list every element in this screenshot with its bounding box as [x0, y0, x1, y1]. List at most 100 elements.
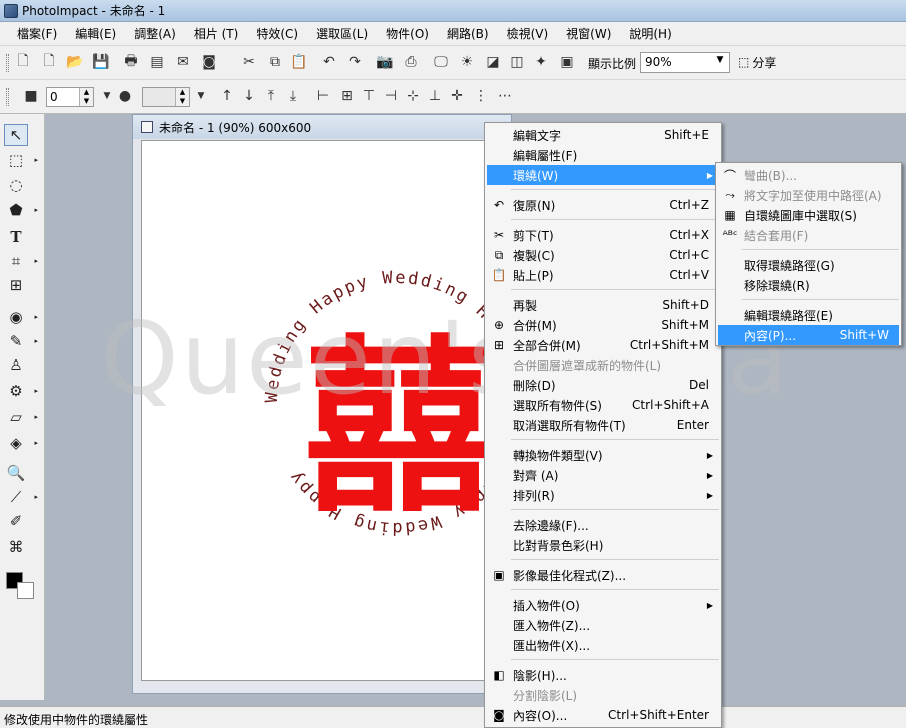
new-image-icon[interactable]: 🗋	[40, 53, 58, 71]
menu-item[interactable]: 匯出物件(X)...	[487, 635, 719, 655]
monitor-icon[interactable]: 🖵	[432, 53, 450, 71]
align-left-icon[interactable]: ⊢	[314, 87, 332, 105]
menu-item[interactable]: ᴬᴮᶜ 結合套用(F)	[718, 225, 899, 245]
path-tool-icon[interactable]: ⌘	[4, 536, 28, 558]
effects-icon[interactable]: ▣	[558, 53, 576, 71]
menu-item[interactable]: 選取所有物件(S) Ctrl+Shift+A	[487, 395, 719, 415]
align-bottom-icon[interactable]: ⊥	[426, 87, 444, 105]
menu-item[interactable]: 編輯(E)	[66, 25, 125, 42]
new-file-icon[interactable]: 🗋	[14, 53, 32, 71]
dropdown-icon[interactable]: ▼	[98, 87, 116, 105]
align-middle-icon[interactable]: ⊹	[404, 87, 422, 105]
eyedropper-tool-icon[interactable]: ⟋ ▸	[4, 486, 38, 508]
menu-item[interactable]: 物件(O)	[377, 25, 438, 42]
size-spinner[interactable]: 0 ▲ ▼	[46, 87, 94, 107]
soft-edge-icon[interactable]: ●	[116, 87, 134, 105]
menu-item[interactable]: 再製 Shift+D	[487, 295, 719, 315]
toolbar-grip[interactable]	[6, 88, 9, 106]
redo-icon[interactable]: ↷	[346, 53, 364, 71]
menu-item[interactable]: 編輯文字 Shift+E	[487, 125, 719, 145]
menu-item[interactable]: ⌒ 彎曲(B)...	[718, 165, 899, 185]
menu-item[interactable]: 調整(A)	[125, 25, 185, 42]
align-center-icon[interactable]: ⊞	[338, 87, 356, 105]
image-canvas[interactable]: Wedding Happy Wedding Happy Wedding Happ…	[141, 140, 486, 681]
brush-tool-icon[interactable]: ✎ ▸	[4, 330, 38, 352]
enhance-icon[interactable]: ◪	[484, 53, 502, 71]
dropdown-icon[interactable]: ▼	[192, 87, 210, 105]
menu-item[interactable]: 選取區(L)	[307, 25, 377, 42]
stamp-tool-icon[interactable]: ♙	[4, 354, 28, 376]
publish-icon[interactable]: ◙	[200, 53, 218, 71]
document-title-bar[interactable]: 未命名 - 1 (90%) 600x600	[133, 115, 511, 139]
background-color-swatch[interactable]	[17, 582, 34, 599]
menu-item[interactable]: ✂ 剪下(T) Ctrl+X	[487, 225, 719, 245]
menu-item[interactable]: 相片 (T)	[185, 25, 248, 42]
eraser-tool-icon[interactable]: ▱ ▸	[4, 406, 38, 428]
menu-item[interactable]: 移除環繞(R)	[718, 275, 899, 295]
menu-item[interactable]: 對齊 (A) ▶	[487, 465, 719, 485]
menu-item[interactable]: ⤳ 將文字加至使用中路徑(A)	[718, 185, 899, 205]
move-up-icon[interactable]: ↑	[218, 87, 236, 105]
send-to-back-icon[interactable]: ⤓	[284, 87, 302, 105]
clone-tool-icon[interactable]: ⚙ ▸	[4, 380, 38, 402]
lasso-tool-icon[interactable]: ◌	[4, 174, 28, 196]
cut-icon[interactable]: ✂	[240, 53, 258, 71]
optimizer-icon[interactable]: ◫	[508, 53, 526, 71]
menu-item[interactable]: ▣ 影像最佳化程式(Z)...	[487, 565, 719, 585]
chevron-down-icon[interactable]: ▼	[713, 55, 727, 70]
print-preview-icon[interactable]: ▤	[148, 53, 166, 71]
menu-item[interactable]: 刪除(D) Del	[487, 375, 719, 395]
menu-item[interactable]: 編輯屬性(F)	[487, 145, 719, 165]
menu-item[interactable]: 編輯環繞路徑(E)	[718, 305, 899, 325]
copy-icon[interactable]: ⧉	[266, 53, 284, 71]
menu-item[interactable]: 轉換物件類型(V) ▶	[487, 445, 719, 465]
menu-item[interactable]: 合併圖層遮罩成新的物件(L)	[487, 355, 719, 375]
brightness-icon[interactable]: ☀	[458, 53, 476, 71]
scanner-icon[interactable]: ⎙	[402, 53, 420, 71]
menu-item[interactable]: 取消選取所有物件(T) Enter	[487, 415, 719, 435]
open-icon[interactable]: 📂	[66, 53, 84, 71]
menu-item[interactable]: 檔案(F)	[8, 25, 66, 42]
menu-item[interactable]: 視窗(W)	[557, 25, 620, 42]
spinner-arrows-icon[interactable]: ▲ ▼	[79, 88, 93, 106]
zoom-tool-icon[interactable]: 🔍	[4, 462, 28, 484]
transform-tool-icon[interactable]: ⬟ ▸	[4, 199, 38, 221]
magic-icon[interactable]: ✦	[532, 53, 550, 71]
undo-icon[interactable]: ↶	[320, 53, 338, 71]
share-button[interactable]: ⬚ 分享	[738, 52, 776, 72]
menu-item[interactable]: ◧ 陰影(H)...	[487, 665, 719, 685]
menu-item[interactable]: 取得環繞路徑(G)	[718, 255, 899, 275]
menu-item[interactable]: 去除邊緣(F)...	[487, 515, 719, 535]
menu-item[interactable]: 比對背景色彩(H)	[487, 535, 719, 555]
menu-item[interactable]: 特效(C)	[247, 25, 307, 42]
distribute-v-icon[interactable]: ⋯	[496, 87, 514, 105]
frame-tool-icon[interactable]: ⊞	[4, 274, 28, 296]
transparency-spinner[interactable]: ▲ ▼	[142, 87, 190, 107]
distribute-h-icon[interactable]: ⋮	[472, 87, 490, 105]
fill-tool-icon[interactable]: ◈ ▸	[4, 432, 38, 454]
menu-item[interactable]: ▦ 自環繞圖庫中選取(S)	[718, 205, 899, 225]
text-tool-icon[interactable]: T	[4, 226, 28, 248]
view-tool-icon[interactable]: ◉ ▸	[4, 306, 38, 328]
menu-item[interactable]: 分割陰影(L)	[487, 685, 719, 705]
camera-icon[interactable]: 📷	[376, 53, 394, 71]
menu-item[interactable]: ⊕ 合併(M) Shift+M	[487, 315, 719, 335]
center-icon[interactable]: ✛	[448, 87, 466, 105]
menu-item[interactable]: 匯入物件(Z)...	[487, 615, 719, 635]
menu-item[interactable]: 插入物件(O) ▶	[487, 595, 719, 615]
menu-item[interactable]: ⊞ 全部合併(M) Ctrl+Shift+M	[487, 335, 719, 355]
toolbar-grip[interactable]	[6, 54, 9, 72]
spinner-arrows-icon[interactable]: ▲ ▼	[175, 88, 189, 106]
pen-tool-icon[interactable]: ✐	[4, 510, 28, 532]
menu-item[interactable]: 檢視(V)	[498, 25, 558, 42]
save-icon[interactable]: 💾	[92, 53, 110, 71]
crop-tool-icon[interactable]: ⌗ ▸	[4, 250, 38, 272]
menu-item[interactable]: 📋 貼上(P) Ctrl+V	[487, 265, 719, 285]
fill-color-icon[interactable]: ■	[22, 87, 40, 105]
menu-item[interactable]: ⧉ 複製(C) Ctrl+C	[487, 245, 719, 265]
menu-item[interactable]: ◙ 內容(O)... Ctrl+Shift+Enter	[487, 705, 719, 725]
bring-to-front-icon[interactable]: ⤒	[262, 87, 280, 105]
menu-item[interactable]: 內容(P)... Shift+W	[718, 325, 899, 345]
menu-item[interactable]: 網路(B)	[438, 25, 498, 42]
align-right-icon[interactable]: ⊣	[382, 87, 400, 105]
